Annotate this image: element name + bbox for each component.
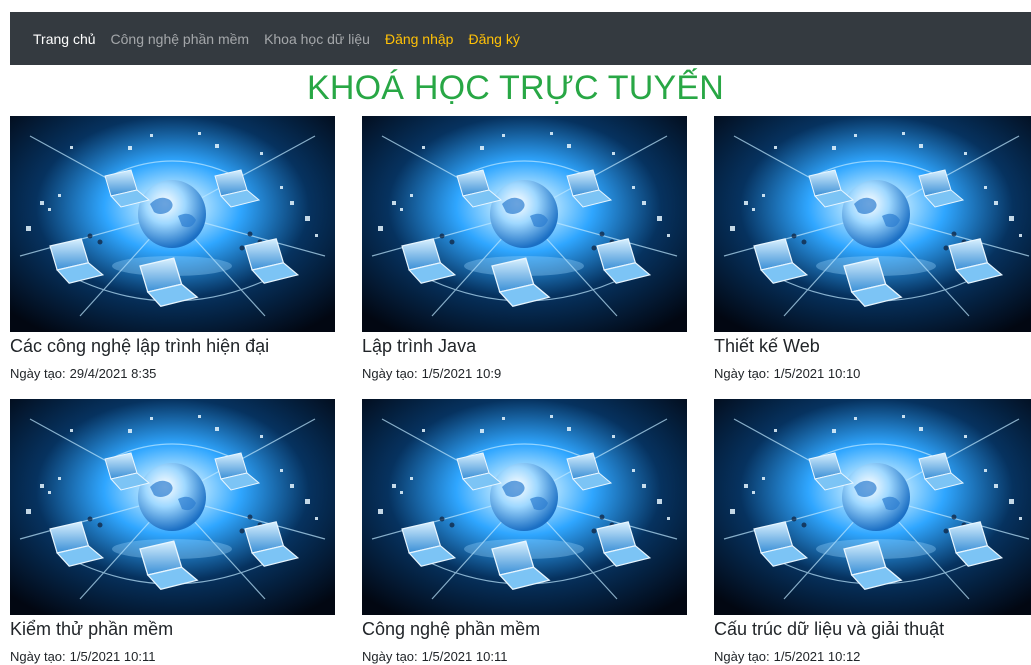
course-date: Ngày tạo: 1/5/2021 10:12 — [714, 649, 1031, 665]
course-thumbnail[interactable] — [714, 116, 1031, 332]
date-value: 1/5/2021 10:10 — [773, 366, 861, 381]
date-value: 1/5/2021 10:11 — [421, 649, 508, 664]
course-date: Ngày tạo: 1/5/2021 10:11 — [10, 649, 335, 665]
course-title[interactable]: Thiết kế Web — [714, 334, 1031, 358]
network-globe-icon — [10, 116, 335, 332]
page-title: KHOÁ HỌC TRỰC TUYẾN — [307, 69, 724, 107]
date-value: 1/5/2021 10:12 — [773, 649, 861, 664]
course-thumbnail[interactable] — [362, 116, 687, 332]
course-thumbnail[interactable] — [714, 399, 1031, 615]
date-label: Ngày tạo: — [714, 649, 770, 664]
course-thumbnail[interactable] — [10, 116, 335, 332]
course-thumbnail[interactable] — [10, 399, 335, 615]
course-thumbnail[interactable] — [362, 399, 687, 615]
course-title[interactable]: Công nghệ phần mềm — [362, 617, 687, 641]
course-date: Ngày tạo: 29/4/2021 8:35 — [10, 366, 335, 382]
date-value: 1/5/2021 10:9 — [421, 366, 502, 381]
course-card[interactable]: Lập trình Java Ngày tạo: 1/5/2021 10:9 — [362, 116, 687, 382]
course-date: Ngày tạo: 1/5/2021 10:11 — [362, 649, 687, 665]
date-label: Ngày tạo: — [714, 366, 770, 381]
course-card[interactable]: Công nghệ phần mềm Ngày tạo: 1/5/2021 10:… — [362, 399, 687, 665]
network-globe-icon — [714, 116, 1031, 332]
course-card[interactable]: Các công nghệ lập trình hiện đại Ngày tạ… — [10, 116, 335, 382]
date-label: Ngày tạo: — [362, 649, 418, 664]
date-label: Ngày tạo: — [362, 366, 418, 381]
date-value: 29/4/2021 8:35 — [69, 366, 157, 381]
course-title[interactable]: Các công nghệ lập trình hiện đại — [10, 334, 335, 358]
top-navbar: Trang chủ Công nghệ phần mềm Khoa học dữ… — [10, 12, 1031, 65]
date-value: 1/5/2021 10:11 — [69, 649, 156, 664]
course-card[interactable]: Kiểm thử phần mềm Ngày tạo: 1/5/2021 10:1… — [10, 399, 335, 665]
course-date: Ngày tạo: 1/5/2021 10:10 — [714, 366, 1031, 382]
network-globe-icon — [10, 399, 335, 615]
course-title[interactable]: Cấu trúc dữ liệu và giải thuật — [714, 617, 1031, 641]
nav-home-link[interactable]: Trang chủ — [33, 31, 96, 47]
nav-login-link[interactable]: Đăng nhập — [385, 31, 454, 47]
course-date: Ngày tạo: 1/5/2021 10:9 — [362, 366, 687, 382]
course-title[interactable]: Lập trình Java — [362, 334, 687, 358]
network-globe-icon — [714, 399, 1031, 615]
nav-software-engineering-link[interactable]: Công nghệ phần mềm — [111, 31, 250, 47]
network-globe-icon — [362, 399, 687, 615]
date-label: Ngày tạo: — [10, 366, 66, 381]
course-card[interactable]: Thiết kế Web Ngày tạo: 1/5/2021 10:10 — [714, 116, 1031, 382]
date-label: Ngày tạo: — [10, 649, 66, 664]
nav-register-link[interactable]: Đăng ký — [468, 31, 519, 47]
nav-data-science-link[interactable]: Khoa học dữ liệu — [264, 31, 370, 47]
course-title[interactable]: Kiểm thử phần mềm — [10, 617, 335, 641]
network-globe-icon — [362, 116, 687, 332]
course-card[interactable]: Cấu trúc dữ liệu và giải thuật Ngày tạo:… — [714, 399, 1031, 665]
